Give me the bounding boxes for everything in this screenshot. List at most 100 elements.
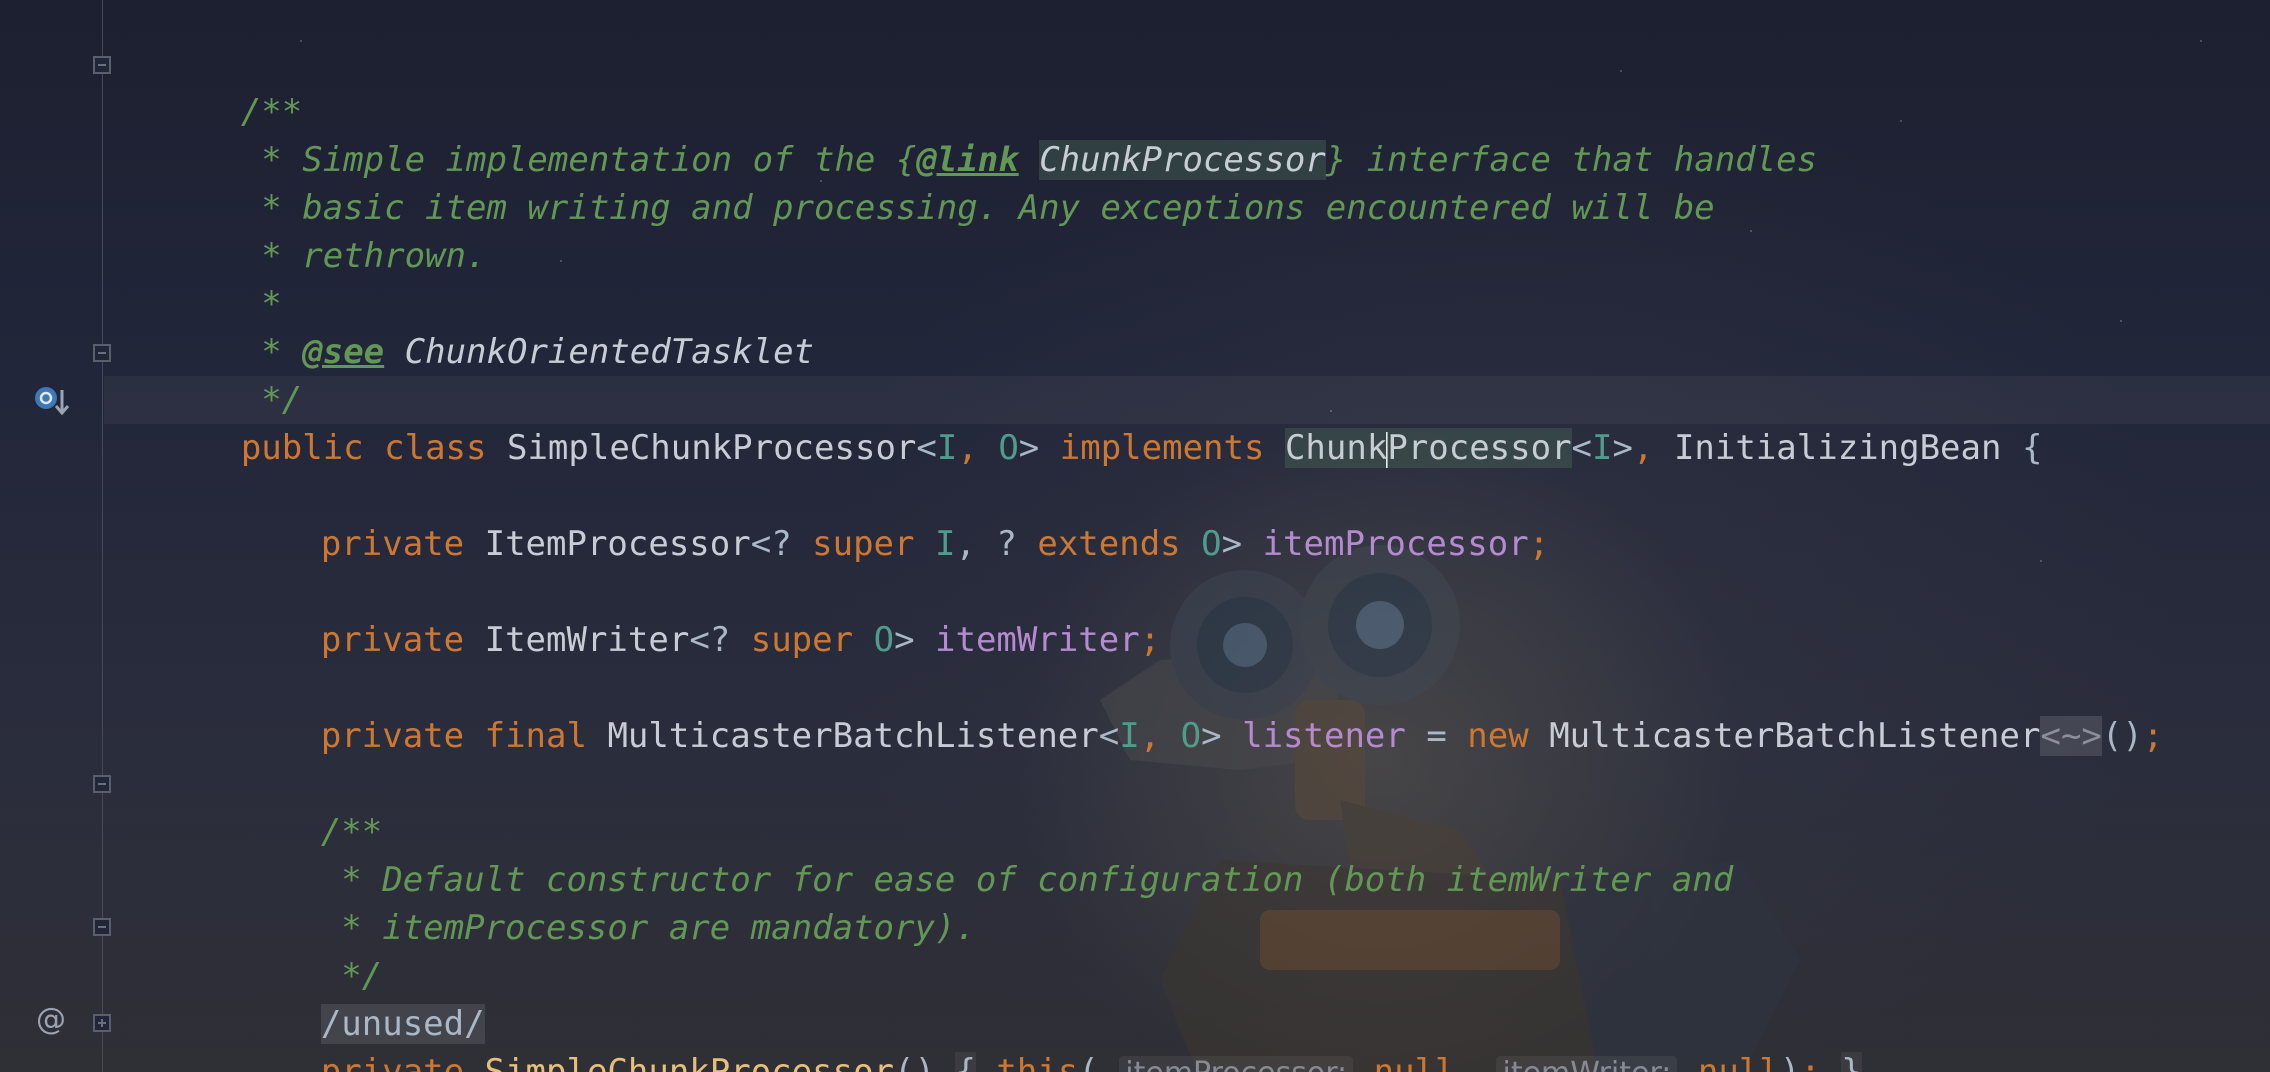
type-name[interactable]: ItemWriter [485, 620, 690, 660]
code-line[interactable]: * @see ChunkOrientedTasklet [118, 280, 814, 372]
open-brace: { [955, 1052, 976, 1072]
fold-collapse-icon[interactable] [93, 56, 111, 74]
background-star [2120, 320, 2122, 322]
doc-comment-text: * itemProcessor are mandatory). [320, 908, 976, 948]
type-parameter[interactable]: O [1181, 716, 1201, 756]
field-declaration-line[interactable]: private final MulticasterBatchListener<I… [198, 664, 2163, 756]
type-parameter[interactable]: I [1119, 716, 1139, 756]
constructor-line[interactable]: private SimpleChunkProcessor() { this( i… [198, 1000, 1862, 1072]
fold-collapse-icon[interactable] [93, 775, 111, 793]
comma: , [1455, 1052, 1476, 1072]
keyword-implements: implements [1059, 428, 1265, 468]
code-line[interactable]: /** [118, 40, 302, 132]
keyword-private: private [320, 1052, 465, 1072]
semicolon: ; [2142, 716, 2164, 756]
fold-expand-icon[interactable] [93, 1014, 111, 1032]
comma: , [957, 428, 999, 468]
fold-collapse-icon[interactable] [93, 918, 111, 936]
parameter-hint: itemWriter: [1496, 1056, 1678, 1072]
interface-name-part[interactable]: Processor [1387, 428, 1572, 468]
generic-separator: , ? [955, 524, 1038, 564]
code-line[interactable]: /unused/ [198, 952, 485, 1044]
keyword-null: null [1697, 1052, 1780, 1072]
semicolon: ; [1800, 1052, 1821, 1072]
type-parameter[interactable]: O [998, 428, 1018, 468]
constructor-name[interactable]: SimpleChunkProcessor [485, 1052, 894, 1072]
generic-close: > [1201, 716, 1243, 756]
type-parameter[interactable]: I [937, 428, 957, 468]
type-parameter[interactable]: I [935, 524, 955, 564]
interface-name-part[interactable]: Chunk [1284, 428, 1388, 468]
generic-close: > [1018, 428, 1040, 468]
generic-open: < [916, 428, 937, 468]
field-declaration-line[interactable]: private ItemWriter<? super O> itemWriter… [198, 568, 1160, 660]
doc-see-reference[interactable]: ChunkOrientedTasklet [405, 332, 814, 372]
type-parameter[interactable]: O [874, 620, 894, 660]
keyword-this: this [996, 1052, 1079, 1072]
close-brace: } [1841, 1052, 1862, 1072]
comma: , [1139, 716, 1181, 756]
type-name[interactable]: ItemProcessor [485, 524, 751, 564]
gutter-divider [102, 0, 103, 1072]
code-line[interactable]: */ [118, 328, 302, 420]
keyword-private: private [320, 524, 465, 564]
background-star [560, 260, 562, 262]
type-parameter[interactable]: I [1592, 428, 1612, 468]
keyword-super: super [812, 524, 915, 564]
field-name[interactable]: listener [1242, 716, 1406, 756]
field-declaration-line[interactable]: private ItemProcessor<? super I, ? exten… [198, 472, 1549, 564]
background-star [2200, 40, 2202, 42]
type-parameter[interactable]: O [1201, 524, 1221, 564]
keyword-new: new [1467, 716, 1529, 756]
keyword-public: public [240, 428, 364, 468]
code-line[interactable]: * rethrown. [118, 184, 486, 276]
keyword-super: super [750, 620, 854, 660]
keyword-extends: extends [1037, 524, 1181, 564]
semicolon: ; [1528, 524, 1550, 564]
constructor-call[interactable]: MulticasterBatchListener [1549, 716, 2040, 756]
code-line[interactable]: * Default constructor for ease of config… [198, 808, 1733, 900]
parameter-hint: itemProcessor: [1119, 1056, 1354, 1072]
fold-collapse-icon[interactable] [93, 344, 111, 362]
right-paren: ) [1779, 1052, 1801, 1072]
assignment: = [1405, 716, 1468, 756]
class-declaration-line[interactable]: public class SimpleChunkProcessor<I, O> … [118, 376, 2042, 468]
doc-see-tag[interactable]: @see [302, 332, 384, 372]
call-parens: () [2101, 716, 2143, 756]
code-line[interactable]: * itemProcessor are mandatory). [198, 856, 976, 948]
generic-close: > [1612, 428, 1633, 468]
code-line[interactable]: * [118, 232, 281, 324]
parameter-parens: () [894, 1052, 935, 1072]
left-paren: ( [1078, 1052, 1099, 1072]
editor-gutter[interactable]: @ [0, 0, 111, 1072]
code-line[interactable]: * basic item writing and processing. Any… [118, 136, 1714, 228]
interface-name[interactable]: InitializingBean [1674, 428, 2002, 468]
code-line[interactable]: */ [198, 904, 382, 996]
implementation-marker-icon[interactable] [32, 380, 72, 428]
keyword-null: null [1373, 1052, 1456, 1072]
keyword-final: final [484, 716, 587, 756]
background-star [1750, 230, 1752, 232]
generic-open: < [1098, 716, 1120, 756]
generic-close: > [1221, 524, 1263, 564]
class-name[interactable]: SimpleChunkProcessor [507, 428, 916, 468]
code-editor[interactable]: @ /** * Simple implementation of the {@l… [0, 0, 2270, 1072]
generic-close: > [894, 620, 936, 660]
keyword-private: private [320, 620, 465, 660]
doc-space [384, 332, 404, 372]
open-brace: { [2021, 428, 2043, 468]
type-name[interactable]: MulticasterBatchListener [607, 716, 1098, 756]
code-line[interactable]: /** [198, 760, 382, 852]
generic-open: <? [750, 524, 813, 564]
field-name[interactable]: itemWriter [935, 620, 1140, 660]
collapsed-diamond[interactable]: <~> [2040, 716, 2102, 756]
code-line[interactable]: * Simple implementation of the {@link Ch… [118, 88, 1817, 180]
semicolon: ; [1139, 620, 1161, 660]
comma: , [1633, 428, 1674, 468]
keyword-class: class [384, 428, 487, 468]
background-star [1620, 70, 1622, 72]
annotation-at-icon[interactable]: @ [36, 1002, 66, 1037]
generic-open: <? [689, 620, 751, 660]
field-name[interactable]: itemProcessor [1263, 524, 1529, 564]
generic-open: < [1571, 428, 1593, 468]
